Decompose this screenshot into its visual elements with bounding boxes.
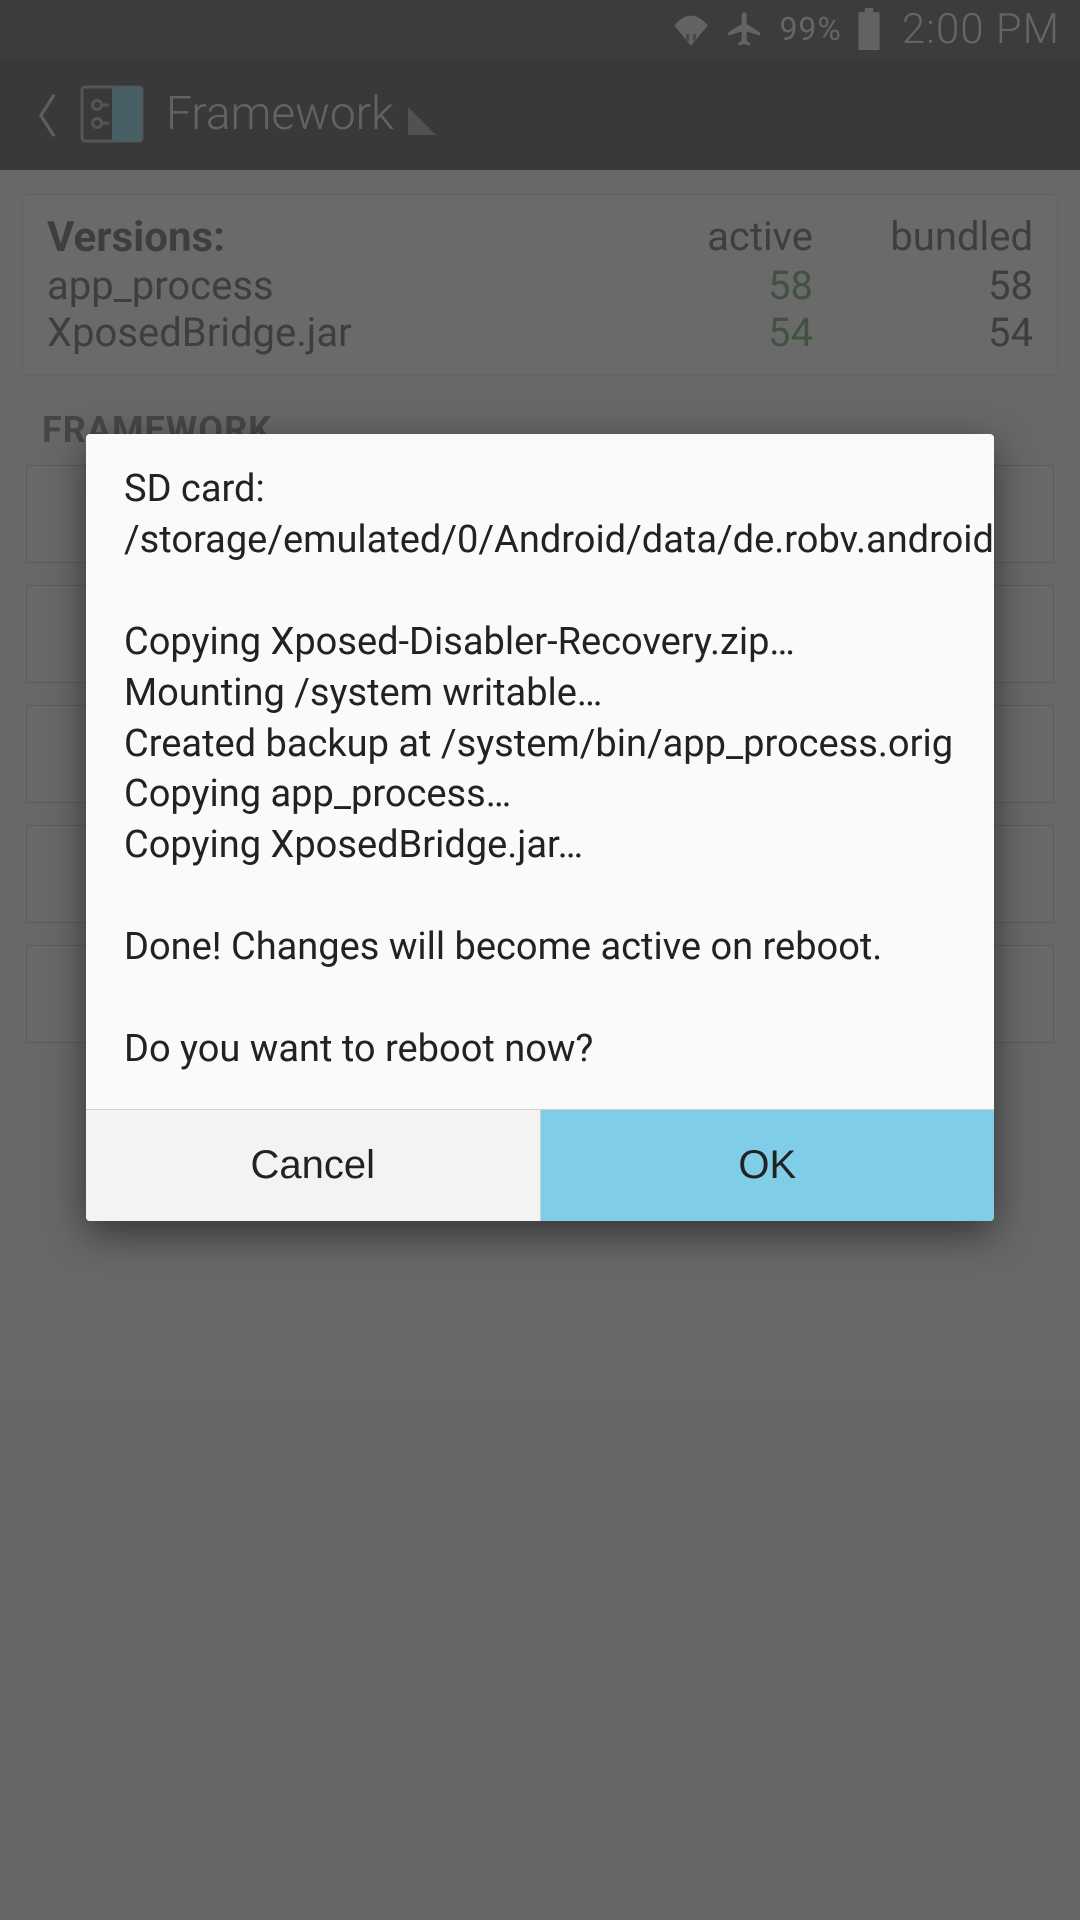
dialog-body: SD card: /storage/emulated/0/Android/dat… bbox=[86, 434, 994, 1109]
install-dialog: SD card: /storage/emulated/0/Android/dat… bbox=[86, 434, 994, 1221]
dialog-actions: Cancel OK bbox=[86, 1109, 994, 1221]
modal-overlay: SD card: /storage/emulated/0/Android/dat… bbox=[0, 0, 1080, 1920]
ok-button[interactable]: OK bbox=[541, 1110, 995, 1221]
cancel-button[interactable]: Cancel bbox=[86, 1110, 540, 1221]
